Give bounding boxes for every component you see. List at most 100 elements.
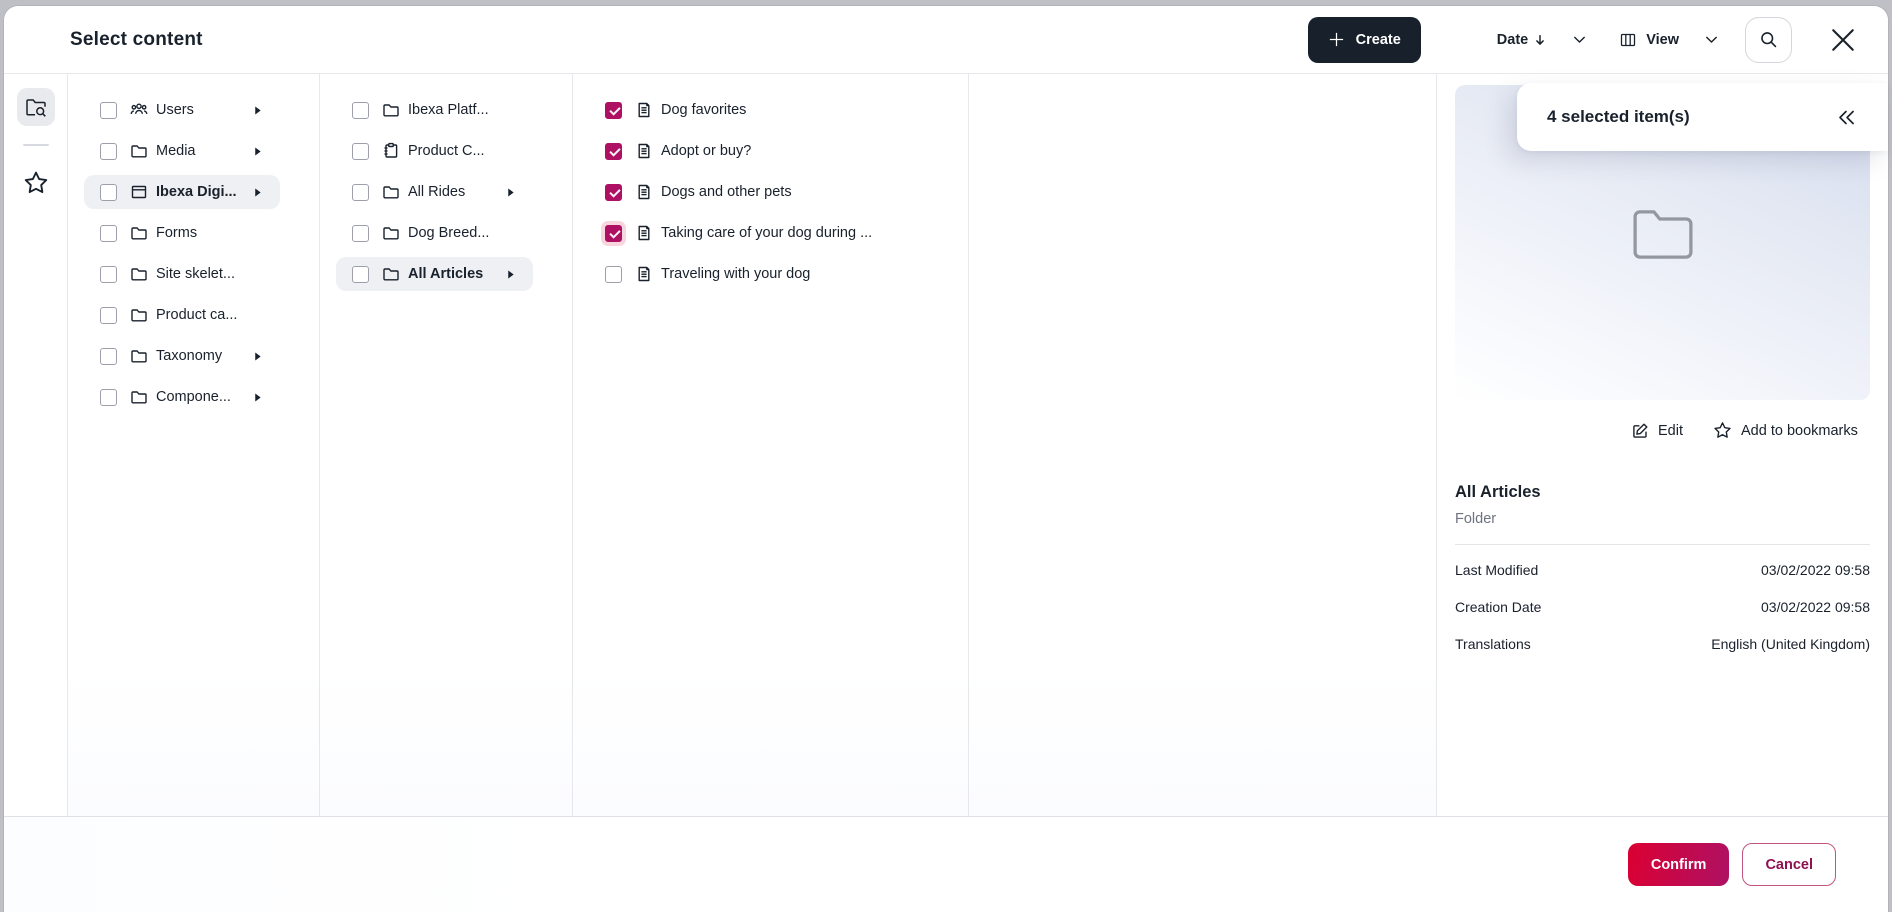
caret-right-icon[interactable]	[496, 269, 515, 280]
item-label: Site skelet...	[156, 266, 235, 282]
caret-right-icon[interactable]	[243, 146, 262, 157]
list-item-product-ca[interactable]: Product ca...	[84, 298, 280, 332]
browse-tab[interactable]	[17, 88, 55, 126]
item-label: Dog Breed...	[408, 225, 489, 241]
close-icon	[1828, 25, 1858, 55]
confirm-button[interactable]: Confirm	[1628, 843, 1730, 886]
bookmarks-star-icon	[23, 170, 49, 196]
create-button[interactable]: Create	[1308, 17, 1421, 63]
folder-icon	[130, 265, 148, 283]
item-info: All Articles Folder Last Modified03/02/2…	[1437, 483, 1888, 662]
list-item-users[interactable]: Users	[84, 93, 280, 127]
left-rail	[4, 74, 68, 816]
close-button[interactable]	[1826, 23, 1860, 57]
list-item-all-rides[interactable]: All Rides	[336, 175, 533, 209]
preview-actions: Edit Add to bookmarks	[1631, 421, 1870, 440]
list-item-dog-breed[interactable]: Dog Breed...	[336, 216, 533, 250]
list-item-adopt-or-buy[interactable]: Adopt or buy?	[589, 134, 952, 168]
view-label: View	[1646, 32, 1679, 48]
checkbox[interactable]	[100, 143, 117, 160]
item-label: All Rides	[408, 184, 465, 200]
sort-chevron-down-icon[interactable]	[1571, 31, 1588, 48]
checkbox[interactable]	[352, 184, 369, 201]
checkbox[interactable]	[605, 266, 622, 283]
checkbox[interactable]	[352, 102, 369, 119]
modal-body: Users Media Ibexa Digi... Forms Site skelet.…	[4, 74, 1888, 816]
browse-folder-search-icon	[24, 95, 48, 119]
checkbox[interactable]	[100, 102, 117, 119]
caret-right-icon[interactable]	[243, 351, 262, 362]
checkbox[interactable]	[605, 225, 622, 242]
modal-footer: Confirm Cancel	[4, 816, 1888, 912]
tree-column-3: Dog favorites Adopt or buy? Dogs and other…	[573, 74, 969, 816]
article-icon	[635, 183, 653, 201]
list-item-taxonomy[interactable]: Taxonomy	[84, 339, 280, 373]
view-chevron-down-icon[interactable]	[1703, 31, 1720, 48]
item-label: Ibexa Platf...	[408, 102, 489, 118]
folder-icon	[130, 347, 148, 365]
item-label: Product C...	[408, 143, 485, 159]
star-icon	[1713, 421, 1732, 440]
meta-list: Last Modified03/02/2022 09:58 Creation Da…	[1455, 551, 1870, 662]
caret-right-icon[interactable]	[243, 392, 262, 403]
list-item-site-skelet[interactable]: Site skelet...	[84, 257, 280, 291]
catalog-icon	[382, 142, 400, 160]
tree-column-1: Users Media Ibexa Digi... Forms Site skelet.…	[68, 74, 320, 816]
caret-right-icon[interactable]	[243, 105, 262, 116]
meta-row-last-modified: Last Modified03/02/2022 09:58	[1455, 551, 1870, 588]
edit-button[interactable]: Edit	[1631, 421, 1683, 440]
folder-preview-icon	[1632, 209, 1694, 259]
item-label: Adopt or buy?	[661, 143, 751, 159]
add-to-bookmarks-label: Add to bookmarks	[1741, 423, 1858, 439]
checkbox[interactable]	[352, 225, 369, 242]
list-item-taking-care-of-your-dog-during[interactable]: Taking care of your dog during ...	[589, 216, 952, 250]
list-item-ibexa-platf[interactable]: Ibexa Platf...	[336, 93, 533, 127]
checkbox[interactable]	[100, 184, 117, 201]
list-item-all-articles[interactable]: All Articles	[336, 257, 533, 291]
edit-icon	[1631, 422, 1649, 440]
folder-icon	[382, 224, 400, 242]
list-item-forms[interactable]: Forms	[84, 216, 280, 250]
tree-column-4	[969, 74, 1437, 816]
article-icon	[635, 224, 653, 242]
item-label: All Articles	[408, 266, 483, 282]
caret-right-icon[interactable]	[496, 187, 515, 198]
list-item-dogs-and-other-pets[interactable]: Dogs and other pets	[589, 175, 952, 209]
list-item-traveling-with-your-dog[interactable]: Traveling with your dog	[589, 257, 952, 291]
checkbox[interactable]	[100, 266, 117, 283]
meta-label: Creation Date	[1455, 599, 1541, 615]
checkbox[interactable]	[605, 143, 622, 160]
checkbox[interactable]	[352, 266, 369, 283]
add-to-bookmarks-button[interactable]: Add to bookmarks	[1713, 421, 1858, 440]
meta-label: Last Modified	[1455, 562, 1538, 578]
item-label: Traveling with your dog	[661, 266, 810, 282]
checkbox[interactable]	[352, 143, 369, 160]
folder-icon	[382, 183, 400, 201]
checkbox[interactable]	[100, 389, 117, 406]
search-icon	[1759, 30, 1778, 49]
search-button[interactable]	[1745, 17, 1792, 63]
checkbox[interactable]	[100, 225, 117, 242]
caret-right-icon[interactable]	[243, 187, 262, 198]
item-preview-panel: 4 selected item(s) Edit	[1437, 74, 1888, 816]
sort-control[interactable]: Date	[1497, 32, 1547, 48]
checkbox[interactable]	[100, 307, 117, 324]
rail-divider	[23, 144, 49, 146]
checkbox[interactable]	[100, 348, 117, 365]
article-icon	[635, 142, 653, 160]
cancel-button[interactable]: Cancel	[1742, 843, 1836, 886]
bookmarks-tab[interactable]	[17, 164, 55, 202]
collapse-panel-icon[interactable]	[1834, 107, 1858, 128]
list-item-media[interactable]: Media	[84, 134, 280, 168]
checkbox[interactable]	[605, 184, 622, 201]
view-control[interactable]: View	[1619, 31, 1679, 49]
checkbox[interactable]	[605, 102, 622, 119]
list-item-ibexa-digi[interactable]: Ibexa Digi...	[84, 175, 280, 209]
item-label: Compone...	[156, 389, 231, 405]
item-label: Product ca...	[156, 307, 237, 323]
list-item-dog-favorites[interactable]: Dog favorites	[589, 93, 952, 127]
list-item-compone[interactable]: Compone...	[84, 380, 280, 414]
view-columns-icon	[1619, 31, 1637, 49]
list-item-product-c[interactable]: Product C...	[336, 134, 533, 168]
folder-icon	[130, 142, 148, 160]
